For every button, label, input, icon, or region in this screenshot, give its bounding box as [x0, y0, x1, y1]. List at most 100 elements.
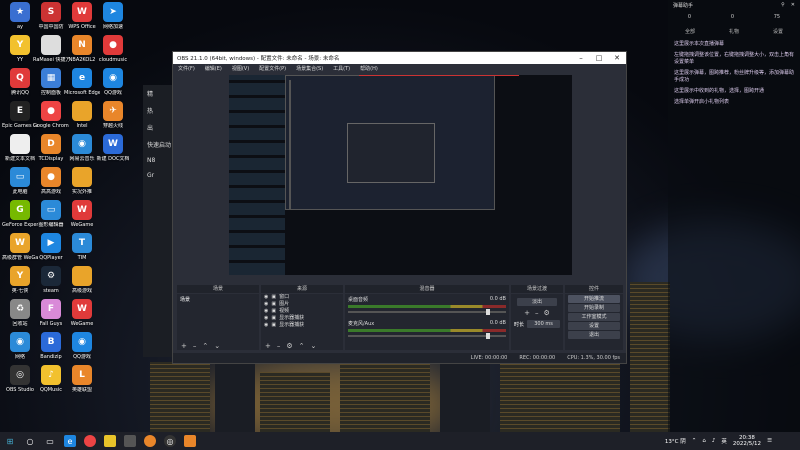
close-icon[interactable]: ✕ [791, 2, 795, 8]
search-icon[interactable]: ○ [24, 435, 36, 447]
notification-icon[interactable]: ☰ [767, 438, 772, 444]
app-icon: Y [10, 35, 30, 55]
transition-select[interactable]: 淡出 [517, 298, 557, 306]
weather-text[interactable]: 13°C 阴 [665, 437, 686, 445]
move-down-icon[interactable]: ⌄ [311, 342, 317, 350]
tab-settings[interactable]: 设置 [773, 28, 783, 35]
firefox-icon[interactable] [144, 435, 156, 447]
visibility-icon[interactable]: ◉ [264, 308, 268, 315]
clock[interactable]: 20:38 2022/5/12 [733, 435, 761, 447]
chrome-icon[interactable] [84, 435, 96, 447]
remove-icon[interactable]: – [535, 309, 539, 317]
control-button[interactable]: 设置 [568, 322, 620, 330]
source-item[interactable]: ◉ ▣ 图片 [261, 301, 343, 308]
mixer-track[interactable]: 麦克风/Aux 0.0 dB [345, 318, 509, 342]
lock-icon[interactable]: ▣ [271, 308, 276, 315]
source-item[interactable]: ◉ ▣ 视频 [261, 308, 343, 315]
desktop-icon[interactable]: ◉ QQ游戏 [95, 68, 131, 96]
source-item[interactable]: ◉ ▣ 显示器捕获 [261, 315, 343, 322]
gear-icon[interactable]: ⚙ [544, 309, 550, 317]
desktop-icon[interactable]: ➤ 网络加速 [95, 2, 131, 30]
remove-source-icon[interactable]: – [277, 342, 281, 350]
desktop-icon[interactable]: W WeGame [64, 200, 100, 228]
tab-gifts[interactable]: 礼物 [729, 28, 739, 35]
ime-indicator[interactable]: 英 [721, 437, 727, 445]
obs-window[interactable]: OBS 21.1.0 (64bit, windows) - 配置文件: 未命名 … [172, 51, 627, 364]
menu-item[interactable]: 文件(F) [178, 65, 195, 72]
obs-preview[interactable] [229, 75, 572, 275]
desktop-icon[interactable]: L 英雄联盟 [64, 365, 100, 393]
source-settings-icon[interactable]: ⚙ [286, 342, 292, 350]
mixer-track[interactable]: 桌面音频 0.0 dB [345, 294, 509, 318]
lock-icon[interactable]: ▣ [271, 294, 276, 301]
visibility-icon[interactable]: ◉ [264, 315, 268, 322]
visibility-icon[interactable]: ◉ [264, 294, 268, 301]
volume-icon[interactable]: ♪ [712, 438, 716, 444]
pin-icon[interactable]: ⚲ [781, 2, 785, 8]
track-name: 桌面音频 [348, 297, 369, 303]
task-view-icon[interactable]: ▭ [44, 435, 56, 447]
tab-all[interactable]: 全部 [685, 28, 695, 35]
minimize-icon[interactable]: – [572, 54, 590, 62]
control-button[interactable]: 退出 [568, 331, 620, 339]
desktop-icon[interactable]: W WeGame [64, 299, 100, 327]
volume-slider[interactable] [348, 309, 506, 315]
danmaku-helper-panel[interactable]: 弹幕助手 ⚲ ✕ 0 0 75 全部 礼物 设置 这里展示本次直播弹幕 左键拖拽调… [668, 0, 800, 432]
network-icon[interactable]: ⌂ [702, 438, 706, 444]
tray-chevron-icon[interactable]: ⌃ [692, 438, 697, 444]
move-up-icon[interactable]: ⌃ [299, 342, 305, 350]
control-button[interactable]: 开始推流 [568, 295, 620, 303]
maximize-icon[interactable]: □ [590, 54, 608, 62]
menu-item[interactable]: 视图(V) [232, 65, 249, 72]
desktop-icon[interactable]: ◉ QQ游戏 [64, 332, 100, 360]
obs-title-bar[interactable]: OBS 21.1.0 (64bit, windows) - 配置文件: 未命名 … [173, 52, 626, 64]
remove-scene-icon[interactable]: – [193, 342, 197, 350]
source-item[interactable]: ◉ ▣ 显示器捕获 [261, 322, 343, 329]
control-button[interactable]: 工作室模式 [568, 313, 620, 321]
app-icon [72, 266, 92, 286]
obs-taskbar-icon[interactable]: ◎ [164, 435, 176, 447]
menu-item[interactable]: 场景集合(S) [296, 65, 323, 72]
app-icon: ✈ [103, 101, 123, 121]
source-item[interactable]: ◉ ▣ 窗口 [261, 294, 343, 301]
move-down-icon[interactable]: ⌄ [214, 342, 220, 350]
app-icon[interactable] [184, 435, 196, 447]
lock-icon[interactable]: ▣ [271, 315, 276, 322]
duration-label: 时长 [514, 321, 525, 328]
desktop-icon-label: WeGame [70, 321, 94, 327]
control-button[interactable]: 开始录制 [568, 304, 620, 312]
menu-item[interactable]: 配置文件(P) [259, 65, 286, 72]
controls-panel[interactable]: 开始推流 开始录制 工作室模式 设置 退出 [565, 294, 623, 350]
move-up-icon[interactable]: ⌃ [202, 342, 208, 350]
visibility-icon[interactable]: ◉ [264, 322, 268, 329]
duration-input[interactable]: 300 ms [527, 320, 560, 328]
add-source-icon[interactable]: + [265, 342, 271, 350]
desktop-icon[interactable]: 高级游戏 [64, 266, 100, 294]
menu-item[interactable]: 工具(T) [333, 65, 350, 72]
visibility-icon[interactable]: ◉ [264, 301, 268, 308]
notification-message: 这里展示本次直播弹幕 [674, 41, 725, 47]
live-status: LIVE: 00:00:00 [470, 355, 508, 361]
scene-item[interactable]: 场景 [177, 294, 259, 305]
desktop-icon[interactable]: ✈ 穿越火线 [95, 101, 131, 129]
close-icon[interactable]: ✕ [608, 54, 626, 62]
desktop-icon[interactable]: ● cloudmusic [95, 35, 131, 63]
viewers-count: 75 [773, 14, 781, 20]
menu-item[interactable]: 帮助(H) [360, 65, 378, 72]
lock-icon[interactable]: ▣ [271, 301, 276, 308]
file-explorer-icon[interactable] [104, 435, 116, 447]
audio-mixer[interactable]: 桌面音频 0.0 dB 麦克风/Aux 0.0 dB [345, 294, 509, 350]
transition-panel[interactable]: 淡出 + – ⚙ 时长 300 ms [511, 294, 563, 350]
add-scene-icon[interactable]: + [181, 342, 187, 350]
add-icon[interactable]: + [524, 309, 530, 317]
app-icon[interactable] [124, 435, 136, 447]
desktop-icon[interactable]: T TIM [64, 233, 100, 261]
volume-slider[interactable] [348, 333, 506, 339]
lock-icon[interactable]: ▣ [271, 322, 276, 329]
windows-start-icon[interactable]: ⊞ [4, 435, 16, 447]
menu-item[interactable]: 编辑(E) [205, 65, 222, 72]
edge-icon[interactable]: e [64, 435, 76, 447]
taskbar: ⊞ ○ ▭ e ◎ 13°C 阴 ⌃ ⌂ ♪ 英 20:38 2022/5/12… [0, 432, 800, 450]
desktop-icon[interactable]: 实况外推 [64, 167, 100, 195]
desktop-icon[interactable]: W 新建 DOC文档 [95, 134, 131, 162]
